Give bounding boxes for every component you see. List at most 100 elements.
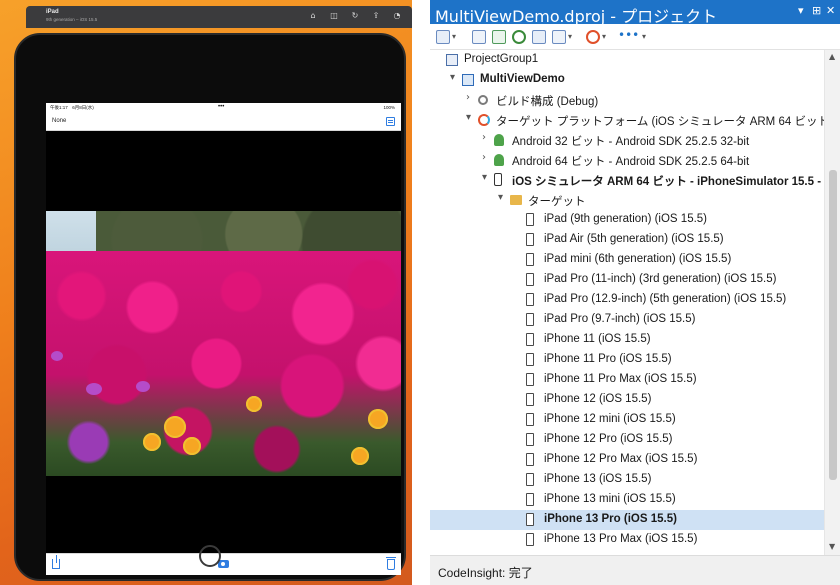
bell-icon[interactable]: ◔ <box>392 11 402 21</box>
scroll-thumb[interactable] <box>829 170 837 480</box>
tree-row[interactable]: ▾ ターゲット <box>430 190 824 210</box>
tree-row-label: iPad (9th generation) (iOS 15.5) <box>544 213 708 225</box>
expand-arrow-icon[interactable]: ▾ <box>482 172 492 183</box>
tree-row[interactable]: iPhone 12 Pro Max (iOS 15.5) <box>430 450 824 470</box>
tree-row-label: ターゲット <box>528 196 586 208</box>
tree-row[interactable]: iPhone 11 (iOS 15.5) <box>430 330 824 350</box>
simulator-title: iPad <box>46 9 59 15</box>
photo-flower-orange <box>164 416 186 438</box>
tree-row[interactable]: iPhone 12 mini (iOS 15.5) <box>430 410 824 430</box>
home-icon[interactable]: ⌂ <box>308 11 318 21</box>
device-icon <box>526 513 534 526</box>
photo-flower-orange <box>246 396 262 412</box>
tree-row-label: iPhone 13 Pro Max (iOS 15.5) <box>544 533 698 545</box>
tree-row-label: iPhone 12 mini (iOS 15.5) <box>544 413 676 425</box>
tree-row-label: iPhone 13 (iOS 15.5) <box>544 473 652 485</box>
tree-row[interactable]: ProjectGroup1 <box>430 50 824 70</box>
drawer-icon[interactable] <box>386 117 395 126</box>
rotate-icon[interactable]: ↻ <box>350 11 360 21</box>
app-navbar: None <box>46 113 401 131</box>
photo-flower-orange <box>368 409 388 429</box>
device-icon <box>526 373 534 386</box>
tree-row[interactable]: › Android 64 ビット - Android SDK 25.2.5 64-… <box>430 150 824 170</box>
tree-row[interactable]: iPhone 11 Pro (iOS 15.5) <box>430 350 824 370</box>
collapse-arrow-icon[interactable]: › <box>482 152 492 163</box>
device-icon <box>526 393 534 406</box>
scroll-down-icon[interactable]: ▼ <box>829 542 835 551</box>
tree-row-label: Android 64 ビット - Android SDK 25.2.5 64-b… <box>512 156 750 168</box>
tree-row[interactable]: iPhone 13 mini (iOS 15.5) <box>430 490 824 510</box>
tree-row-label: iPhone 11 (iOS 15.5) <box>544 333 651 345</box>
tree-row-label: iPhone 12 Pro Max (iOS 15.5) <box>544 453 698 465</box>
tree-row[interactable]: › ビルド構成 (Debug) <box>430 90 824 110</box>
tree-row[interactable]: iPad mini (6th generation) (iOS 15.5) <box>430 250 824 270</box>
simulator-subtitle: 9th generation – iOS 15.5 <box>46 17 98 22</box>
tree-row[interactable]: iPhone 13 Pro Max (iOS 15.5) <box>430 530 824 550</box>
project-panel: MultiViewDemo.dproj - プロジェクト ▾ ⊞ ✕ ▾ ▾ ▾… <box>430 0 840 585</box>
screenshot-icon[interactable]: ◫ <box>329 11 339 21</box>
list-alt-icon[interactable] <box>492 30 506 44</box>
share-icon[interactable] <box>52 555 60 569</box>
tree-row[interactable]: iPad Air (5th generation) (iOS 15.5) <box>430 230 824 250</box>
battery-indicator: 100% <box>383 105 395 110</box>
tree-row[interactable]: ▾ MultiViewDemo <box>430 70 824 90</box>
tree-row[interactable]: iPad (9th generation) (iOS 15.5) <box>430 210 824 230</box>
tree-row-label: iPad Pro (11-inch) (3rd generation) (iOS… <box>544 273 777 285</box>
chevron-down-icon[interactable]: ▾ <box>452 32 456 41</box>
share-icon[interactable]: ⇪ <box>371 11 381 21</box>
build-icon[interactable] <box>532 30 546 44</box>
photo-flower-purple <box>86 383 102 395</box>
more-icon[interactable]: ••• <box>618 29 640 44</box>
simulator-titlebar[interactable]: iPad 9th generation – iOS 15.5 ⌂ ◫ ↻ ⇪ ◔ <box>26 6 412 28</box>
android-icon <box>494 134 504 146</box>
options-icon[interactable] <box>586 30 600 44</box>
photo-flower-orange <box>183 437 201 455</box>
device-icon <box>526 353 534 366</box>
chevron-down-icon[interactable]: ▾ <box>602 32 606 41</box>
trash-icon[interactable] <box>386 557 396 570</box>
codeinsight-statusbar: CodeInsight: 完了 <box>430 555 840 585</box>
tree-row[interactable]: ▾ ターゲット プラットフォーム (iOS シミュレータ ARM 64 ビット) <box>430 110 824 130</box>
expand-arrow-icon[interactable]: ▾ <box>498 192 508 203</box>
expand-arrow-icon[interactable]: ▾ <box>466 112 476 123</box>
home-button[interactable] <box>199 545 221 567</box>
tree-row[interactable]: iPad Pro (12.9-inch) (5th generation) (i… <box>430 290 824 310</box>
photo-flower-orange <box>143 433 161 451</box>
tree-row[interactable]: iPad Pro (9.7-inch) (iOS 15.5) <box>430 310 824 330</box>
tree-scrollbar[interactable]: ▲ ▼ <box>824 50 840 555</box>
tree-row[interactable]: iPhone 12 (iOS 15.5) <box>430 390 824 410</box>
deploy-icon[interactable] <box>552 30 566 44</box>
device-icon <box>526 533 534 546</box>
panel-pin-button[interactable]: ⊞ <box>812 4 821 17</box>
collapse-arrow-icon[interactable]: › <box>466 92 476 103</box>
tree-row[interactable]: iPad Pro (11-inch) (3rd generation) (iOS… <box>430 270 824 290</box>
panel-close-button[interactable]: ✕ <box>826 4 835 17</box>
panel-options-button[interactable]: ▾ <box>798 4 804 17</box>
list-icon[interactable] <box>472 30 486 44</box>
scroll-up-icon[interactable]: ▲ <box>829 52 835 61</box>
tree-row[interactable]: › Android 32 ビット - Android SDK 25.2.5 32-… <box>430 130 824 150</box>
tree-row-label: Android 32 ビット - Android SDK 25.2.5 32-b… <box>512 136 750 148</box>
target-dropdown-icon[interactable] <box>436 30 450 44</box>
gear-icon <box>478 95 488 105</box>
tree-row-label: iPad Pro (9.7-inch) (iOS 15.5) <box>544 313 696 325</box>
tree-row[interactable]: iPhone 12 Pro (iOS 15.5) <box>430 430 824 450</box>
tree-row-label: iPhone 11 Pro Max (iOS 15.5) <box>544 373 697 385</box>
tree-row[interactable]: iPhone 13 (iOS 15.5) <box>430 470 824 490</box>
expand-arrow-icon[interactable]: ▾ <box>450 72 460 83</box>
chevron-down-icon[interactable]: ▾ <box>568 32 572 41</box>
tree-row[interactable]: iPhone 11 Pro Max (iOS 15.5) <box>430 370 824 390</box>
refresh-icon[interactable] <box>512 30 526 44</box>
chevron-down-icon[interactable]: ▾ <box>642 32 646 41</box>
photo-flower-purple <box>136 381 150 392</box>
device-icon <box>526 313 534 326</box>
tree-row[interactable]: iPhone 13 Pro (iOS 15.5) <box>430 510 824 530</box>
tree-row-label: iPad Pro (12.9-inch) (5th generation) (i… <box>544 293 787 305</box>
tree-row-label: iPhone 11 Pro (iOS 15.5) <box>544 353 672 365</box>
status-time: 午後1:17 6月8日(水) <box>50 105 94 110</box>
tree-row-label: ターゲット プラットフォーム (iOS シミュレータ ARM 64 ビット) <box>496 116 824 128</box>
tree-row[interactable]: ▾ iOS シミュレータ ARM 64 ビット - iPhoneSimulator… <box>430 170 824 190</box>
multitasking-dots[interactable]: ••• <box>218 104 224 110</box>
tree-row-label: ProjectGroup1 <box>464 53 539 65</box>
collapse-arrow-icon[interactable]: › <box>482 132 492 143</box>
